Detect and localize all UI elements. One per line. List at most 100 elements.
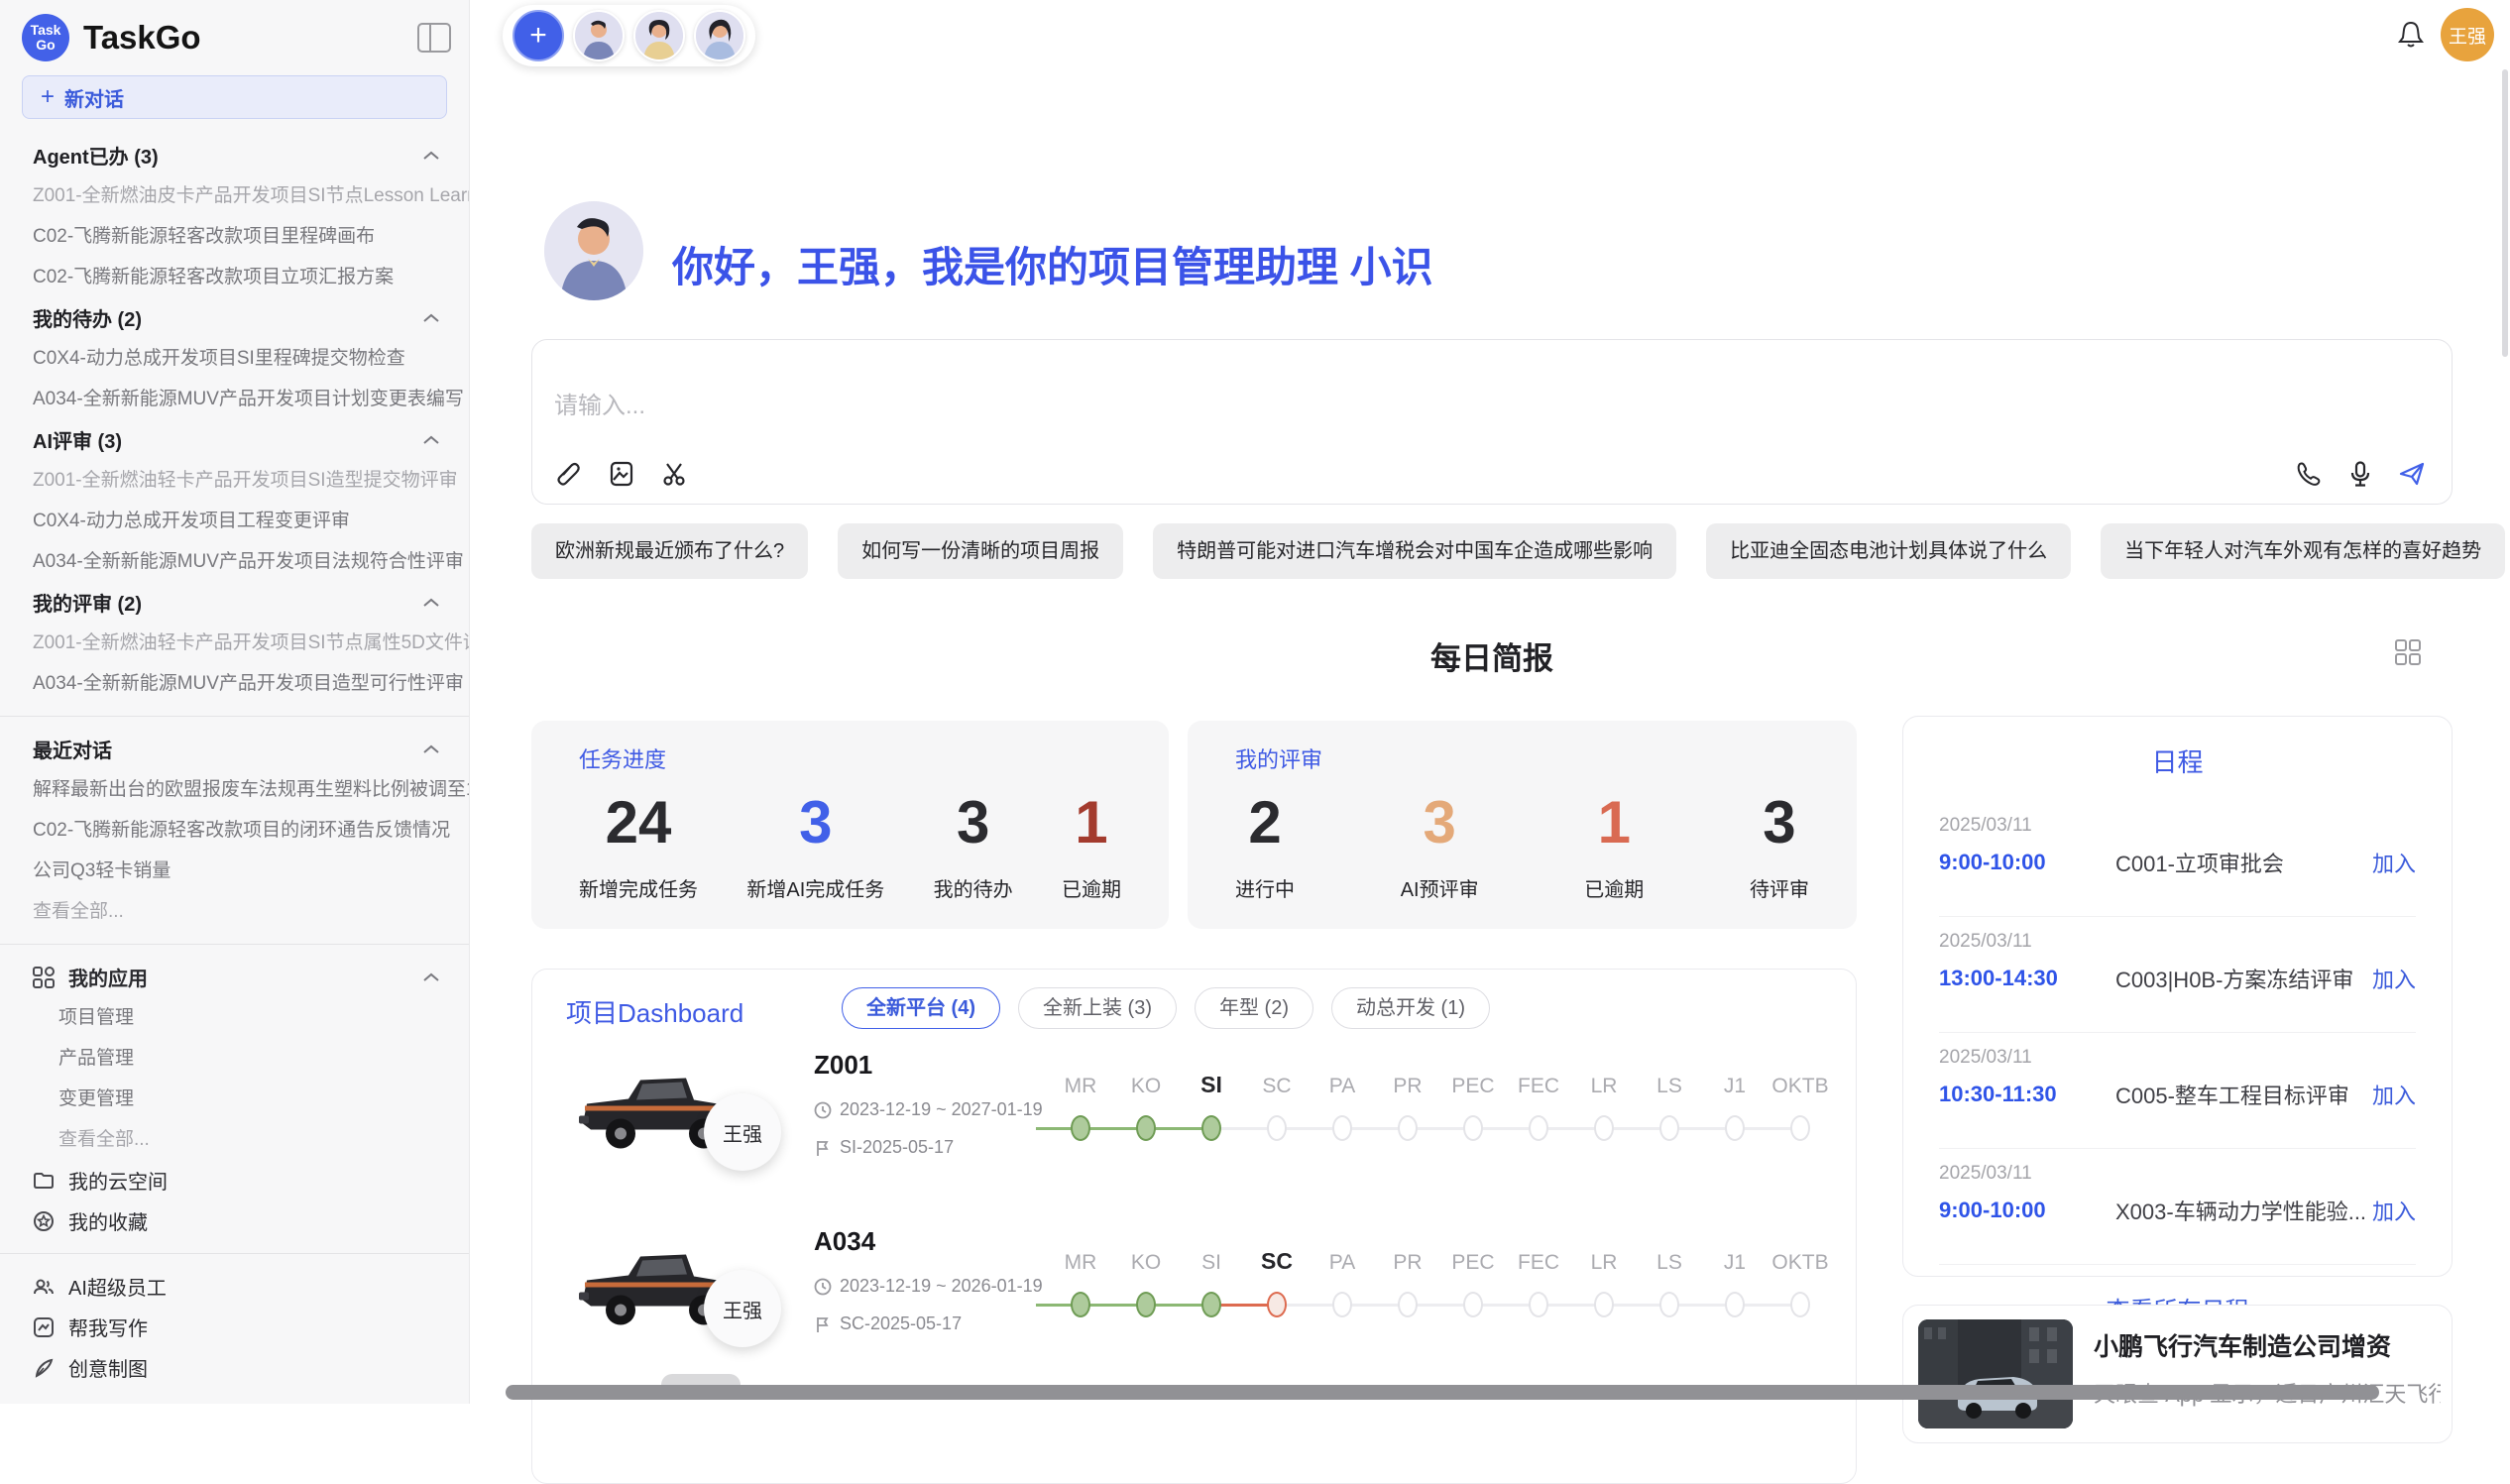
vertical-scrollbar[interactable] <box>2502 69 2508 357</box>
agent-avatar[interactable] <box>633 10 685 61</box>
sidebar-item[interactable]: Z001-全新燃油轻卡产品开发项目SI节点属性5D文件评审 <box>0 623 469 663</box>
section-header[interactable]: 我的评审 (2) <box>0 582 469 623</box>
sidebar-item[interactable]: C02-飞腾新能源轻客改款项目立项汇报方案 <box>0 257 469 297</box>
section-header[interactable]: Agent已办 (3) <box>0 135 469 175</box>
recent-view-all-link[interactable]: 查看全部... <box>0 891 469 932</box>
dashboard-title: 项目Dashboard <box>566 993 743 1030</box>
milestone-dot <box>1136 1115 1156 1141</box>
logo-line1: Task <box>31 23 61 38</box>
sidebar-header: Task Go TaskGo <box>0 0 469 71</box>
folder-icon <box>33 1170 55 1192</box>
section-header[interactable]: 最近对话 <box>0 729 469 769</box>
sidebar-item[interactable]: Z001-全新燃油皮卡产品开发项目SI节点Lesson Learn报告 <box>0 175 469 216</box>
app-logo: Task Go <box>22 14 69 61</box>
suggestion-chip[interactable]: 特朗普可能对进口汽车增税会对中国车企造成哪些影响 <box>1153 523 1676 579</box>
sidebar-item[interactable]: A034-全新新能源MUV产品开发项目法规符合性评审 <box>0 541 469 582</box>
sidebar-item[interactable]: C02-飞腾新能源轻客改款项目里程碑画布 <box>0 216 469 257</box>
recent-chat-item[interactable]: C02-飞腾新能源轻客改款项目的闭环通告反馈情况 <box>0 810 469 851</box>
schedule-date: 2025/03/11 <box>1939 1047 2416 1069</box>
schedule-card: 日程 2025/03/11 9:00-10:00 C001-立项审批会 加入 2… <box>1902 716 2453 1277</box>
my-cloud-space[interactable]: 我的云空间 <box>0 1160 469 1200</box>
schedule-time: 10:30-11:30 <box>1939 1082 2115 1107</box>
suggestion-chip[interactable]: 欧洲新规最近颁布了什么? <box>531 523 808 579</box>
milestone-label: SC <box>1244 1075 1310 1098</box>
schedule-title: 日程 <box>1903 742 2452 779</box>
sidebar-item[interactable]: C0X4-动力总成开发项目SI里程碑提交物检查 <box>0 338 469 379</box>
scissors-icon[interactable] <box>661 460 689 488</box>
section-header[interactable]: 我的待办 (2) <box>0 297 469 338</box>
my-review-card: 我的评审 2 进行中 3 AI预评审 1 已逾期 3 待评审 <box>1188 721 1857 929</box>
filter-pill[interactable]: 全新平台 (4) <box>842 987 1000 1029</box>
chevron-up-icon <box>423 598 439 608</box>
news-title: 小鹏飞行汽车制造公司增资 <box>2094 1327 2391 1363</box>
divider <box>0 1253 469 1254</box>
milestone-label: FEC <box>1506 1075 1571 1098</box>
schedule-time: 9:00-10:00 <box>1939 1198 2115 1223</box>
filter-pill[interactable]: 动总开发 (1) <box>1331 987 1490 1029</box>
apps-view-all-link[interactable]: 查看全部... <box>0 1119 469 1160</box>
card-title: 我的评审 <box>1235 742 1809 774</box>
ai-super-employee[interactable]: AI超级员工 <box>0 1266 469 1307</box>
recent-chat-item[interactable]: 解释最新出台的欧盟报废车法规再生塑料比例被调至15%... <box>0 769 469 810</box>
app-link-product-mgmt[interactable]: 产品管理 <box>0 1038 469 1079</box>
divider <box>0 716 469 717</box>
new-chat-button[interactable]: + 新对话 <box>22 75 447 119</box>
milestone-label: PR <box>1375 1251 1440 1275</box>
join-link[interactable]: 加入 <box>2372 963 2416 994</box>
section-title: 我的评审 (2) <box>33 588 142 617</box>
sidebar-item[interactable]: A034-全新新能源MUV产品开发项目计划变更表编写 <box>0 379 469 419</box>
stat-label: AI预评审 <box>1401 873 1479 902</box>
suggestion-chip[interactable]: 如何写一份清晰的项目周报 <box>838 523 1123 579</box>
new-chat-label: 新对话 <box>64 83 124 112</box>
mic-icon[interactable] <box>2346 460 2374 488</box>
my-favorites[interactable]: 我的收藏 <box>0 1200 469 1241</box>
schedule-item: 2025/03/11 9:00-10:00 C001-立项审批会 加入 <box>1903 801 2452 900</box>
phone-icon[interactable] <box>2295 460 2323 488</box>
join-link[interactable]: 加入 <box>2372 1195 2416 1226</box>
join-link[interactable]: 加入 <box>2372 847 2416 878</box>
schedule-date: 2025/03/11 <box>1939 931 2416 953</box>
my-cloud-space-label: 我的云空间 <box>68 1166 168 1195</box>
milestone-label: OKTB <box>1768 1075 1833 1098</box>
bell-icon[interactable] <box>2397 20 2425 50</box>
agent-avatar[interactable] <box>694 10 745 61</box>
add-agent-button[interactable]: + <box>513 10 564 61</box>
project-row[interactable]: 王强 Z001 2023-12-19 ~ 2027-01-19 SI-2025-… <box>532 1042 1858 1218</box>
section-header[interactable]: AI评审 (3) <box>0 419 469 460</box>
sidebar-collapse-icon[interactable] <box>417 23 451 53</box>
app-link-change-mgmt[interactable]: 变更管理 <box>0 1079 469 1119</box>
news-card[interactable]: 小鹏飞行汽车制造公司增资 天眼查 App 显示，近日广州汇天飞行汽 <box>1902 1305 2453 1443</box>
layout-grid-icon[interactable] <box>2395 639 2421 665</box>
milestone-label: LS <box>1637 1075 1702 1098</box>
milestone-dot <box>1398 1292 1418 1317</box>
filter-pill[interactable]: 年型 (2) <box>1195 987 1313 1029</box>
suggestion-chip[interactable]: 比亚迪全固态电池计划具体说了什么 <box>1706 523 2071 579</box>
horizontal-scrollbar[interactable] <box>506 1385 2379 1400</box>
creative-drawing[interactable]: 创意制图 <box>0 1347 469 1388</box>
paperclip-icon[interactable] <box>554 460 582 488</box>
help-me-write-label: 帮我写作 <box>68 1313 148 1341</box>
image-icon[interactable] <box>608 460 635 488</box>
recent-chat-item[interactable]: 公司Q3轻卡销量 <box>0 851 469 891</box>
my-apps-header[interactable]: 我的应用 <box>0 957 469 997</box>
chat-input[interactable] <box>552 392 1944 421</box>
user-avatar[interactable]: 王强 <box>2441 8 2494 61</box>
agent-avatar[interactable] <box>573 10 625 61</box>
help-me-write[interactable]: 帮我写作 <box>0 1307 469 1347</box>
sidebar-item[interactable]: Z001-全新燃油轻卡产品开发项目SI造型提交物评审 <box>0 460 469 501</box>
news-image <box>1918 1319 2073 1428</box>
sidebar-item[interactable]: A034-全新新能源MUV产品开发项目造型可行性评审 <box>0 663 469 704</box>
app-link-project-mgmt[interactable]: 项目管理 <box>0 997 469 1038</box>
filter-pill[interactable]: 全新上装 (3) <box>1018 987 1177 1029</box>
schedule-time: 9:00-10:00 <box>1939 850 2115 875</box>
project-row[interactable]: 王强 A034 2023-12-19 ~ 2026-01-19 SC-2025-… <box>532 1218 1858 1395</box>
suggestion-chip[interactable]: 当下年轻人对汽车外观有怎样的喜好趋势 <box>2101 523 2505 579</box>
milestone-label: KO <box>1113 1251 1179 1275</box>
join-link[interactable]: 加入 <box>2372 1079 2416 1110</box>
send-icon[interactable] <box>2398 460 2426 488</box>
sidebar-item[interactable]: C0X4-动力总成开发项目工程变更评审 <box>0 501 469 541</box>
sidebar-section-my-review: 我的评审 (2) Z001-全新燃油轻卡产品开发项目SI节点属性5D文件评审 A… <box>0 582 469 704</box>
milestone-dot <box>1790 1292 1810 1317</box>
milestone-label: LR <box>1571 1075 1637 1098</box>
chevron-up-icon <box>423 435 439 445</box>
